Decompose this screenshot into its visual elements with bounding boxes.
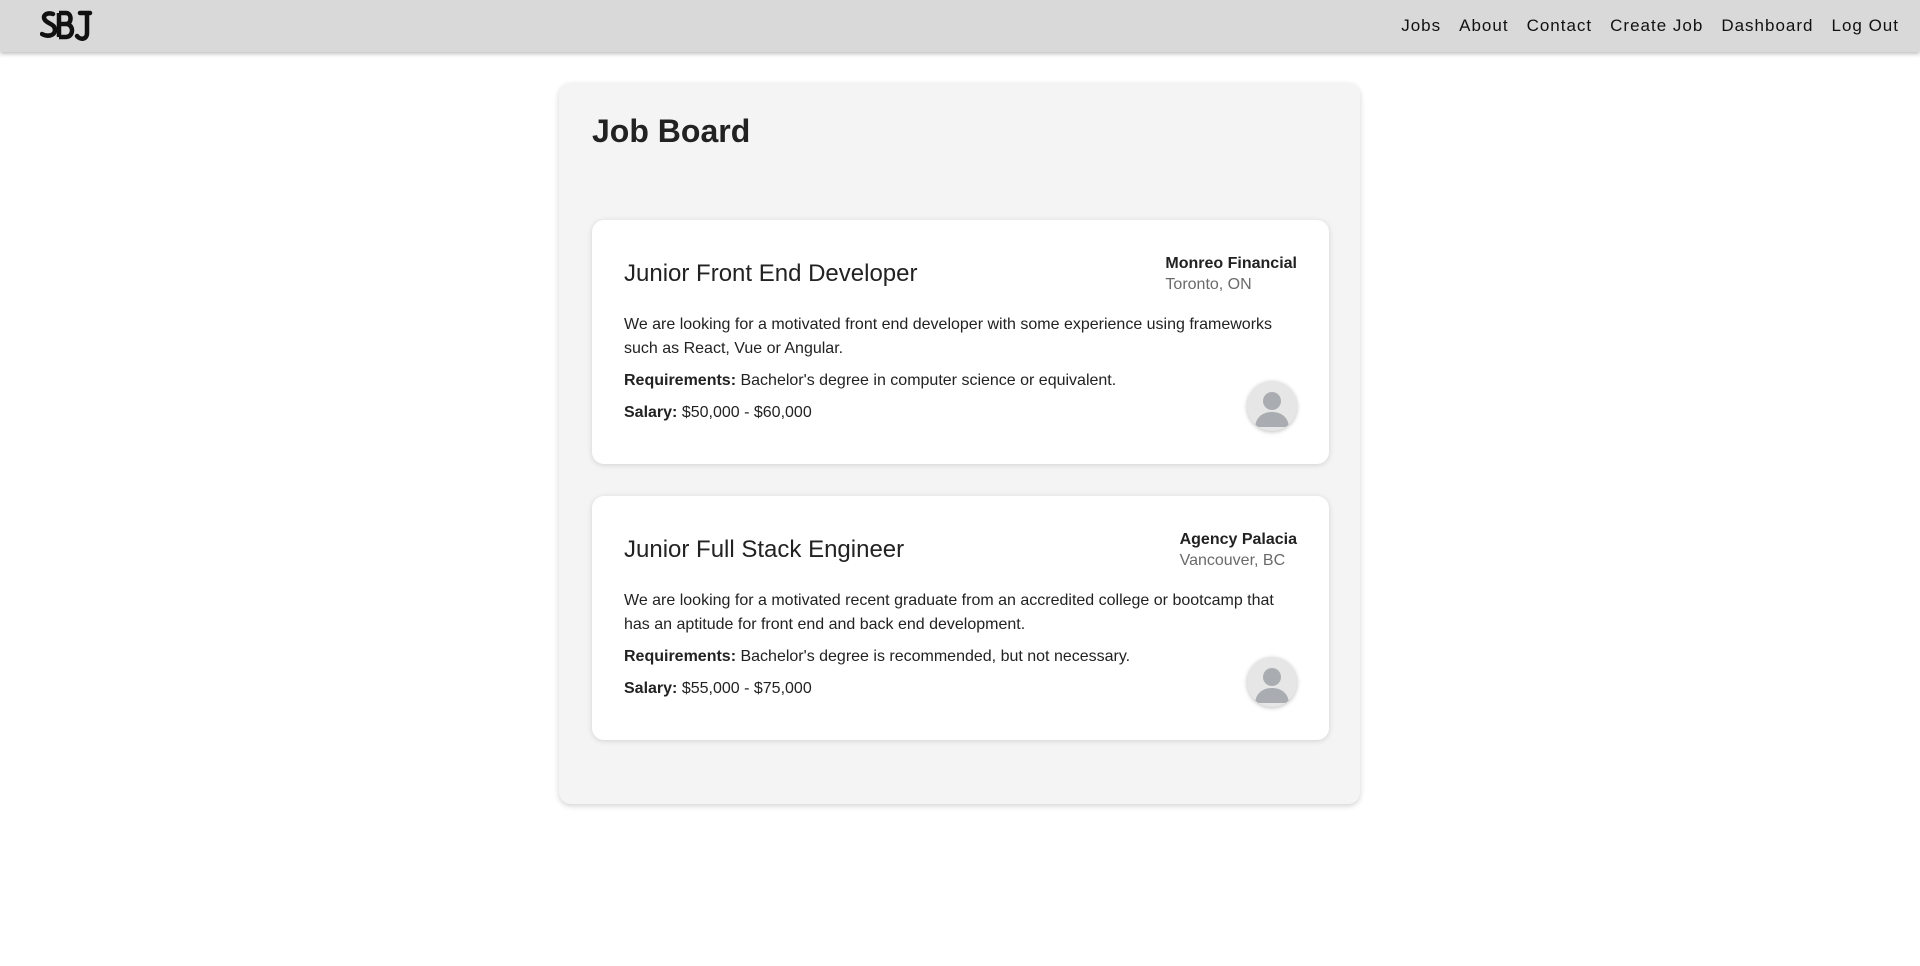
job-board-panel: Job Board Junior Front End Developer Mon…	[559, 83, 1360, 804]
sbj-logo-icon	[39, 10, 93, 41]
requirements-value: Bachelor's degree is recommended, but no…	[740, 648, 1131, 665]
nav-link-jobs[interactable]: Jobs	[1401, 16, 1441, 36]
sbj-logo[interactable]	[39, 9, 94, 43]
requirements-value: Bachelor's degree in computer science or…	[740, 372, 1117, 389]
company-info: Monreo Financial Toronto, ON	[1165, 253, 1297, 295]
job-description: We are looking for a motivated front end…	[624, 316, 1273, 357]
job-description: We are looking for a motivated recent gr…	[624, 592, 1274, 633]
nav-link-about[interactable]: About	[1459, 16, 1508, 36]
salary-value: $50,000 - $60,000	[681, 404, 812, 421]
nav-link-contact[interactable]: Contact	[1527, 16, 1593, 36]
nav-link-create-job[interactable]: Create Job	[1610, 16, 1703, 36]
salary-value: $55,000 - $75,000	[681, 680, 812, 697]
requirements-label: Requirements:	[624, 372, 737, 389]
company-name: Monreo Financial	[1165, 255, 1297, 272]
nav-links: Jobs About Contact Create Job Dashboard …	[1383, 0, 1899, 52]
user-avatar-icon	[1247, 657, 1297, 707]
job-requirements: Requirements: Bachelor's degree is recom…	[624, 645, 1130, 669]
company-location: Vancouver, BC	[1179, 552, 1286, 569]
salary-label: Salary:	[624, 404, 678, 421]
job-title[interactable]: Junior Full Stack Engineer	[624, 536, 904, 564]
job-title[interactable]: Junior Front End Developer	[624, 260, 917, 288]
nav-link-dashboard[interactable]: Dashboard	[1721, 16, 1813, 36]
page-title: Job Board	[592, 113, 751, 149]
job-requirements: Requirements: Bachelor's degree in compu…	[624, 369, 1116, 393]
job-salary: Salary: $55,000 - $75,000	[624, 677, 812, 701]
top-navbar: Jobs About Contact Create Job Dashboard …	[0, 0, 1920, 52]
company-location: Toronto, ON	[1165, 276, 1252, 293]
salary-label: Salary:	[624, 680, 678, 697]
job-salary: Salary: $50,000 - $60,000	[624, 401, 812, 425]
job-card[interactable]: Junior Full Stack Engineer Agency Palaci…	[592, 496, 1329, 740]
company-info: Agency Palacia Vancouver, BC	[1180, 529, 1297, 571]
user-avatar-icon	[1247, 381, 1297, 431]
requirements-label: Requirements:	[624, 648, 737, 665]
job-card[interactable]: Junior Front End Developer Monreo Financ…	[592, 220, 1329, 464]
company-name: Agency Palacia	[1179, 531, 1297, 548]
nav-link-log-out[interactable]: Log Out	[1832, 16, 1900, 36]
